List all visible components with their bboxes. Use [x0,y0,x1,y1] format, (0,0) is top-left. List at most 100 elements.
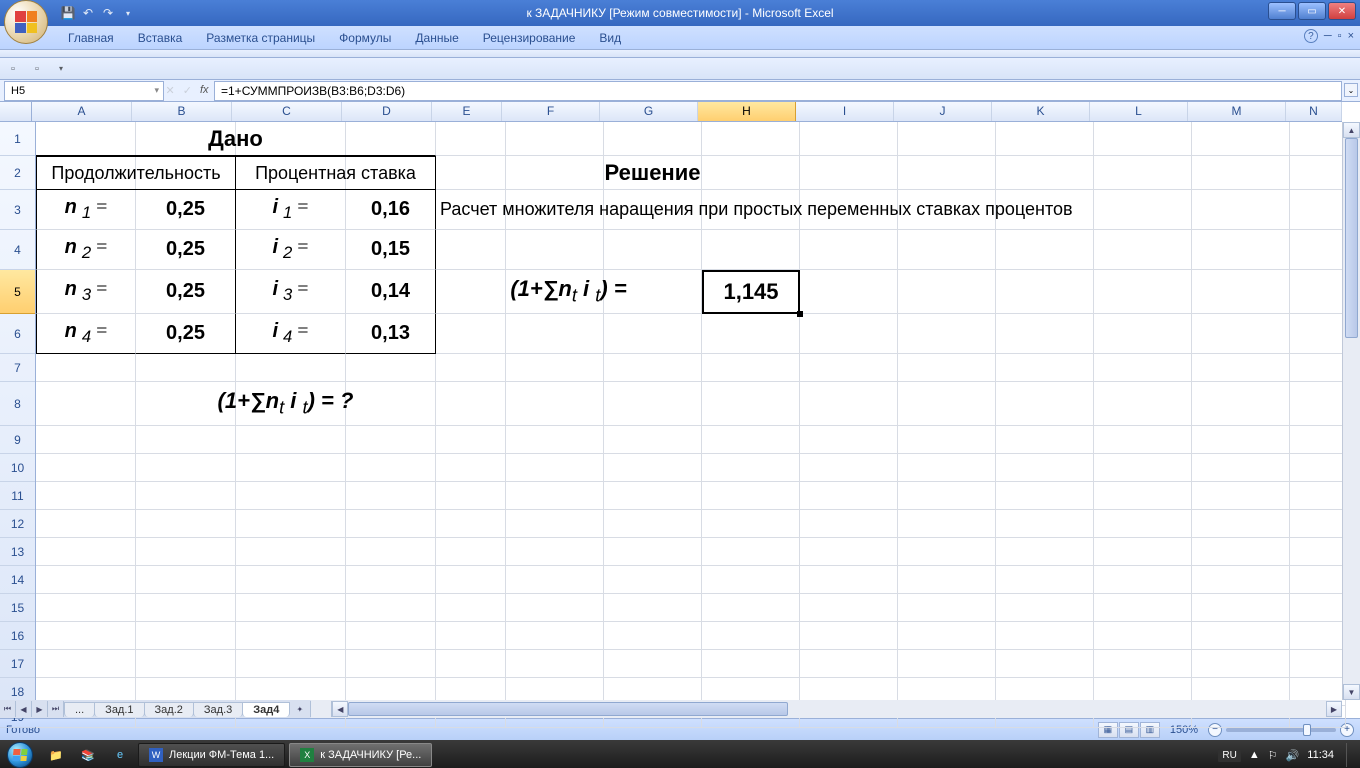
cell-C12[interactable] [236,510,346,538]
cell-B15[interactable] [136,594,236,622]
scroll-right-icon[interactable]: ▶ [1326,701,1342,717]
sheet-tab-Зад4[interactable]: Зад4 [242,702,290,717]
scroll-left-icon[interactable]: ◀ [332,701,348,717]
taskbar-item[interactable]: Xк ЗАДАЧНИКУ [Ре... [289,743,432,767]
cell-B13[interactable] [136,538,236,566]
minimize-button[interactable]: ─ [1268,2,1296,20]
cell-L5[interactable] [1094,270,1192,314]
cell-L4[interactable] [1094,230,1192,270]
cell-E4[interactable] [436,230,506,270]
sheet-nav-next-icon[interactable]: ▶ [32,701,48,717]
cell-L16[interactable] [1094,622,1192,650]
language-indicator[interactable]: RU [1218,749,1240,762]
cell-M11[interactable] [1192,482,1290,510]
cell-D13[interactable] [346,538,436,566]
sheet-nav-last-icon[interactable]: ⏭ [48,701,64,717]
cell-B10[interactable] [136,454,236,482]
cell-L14[interactable] [1094,566,1192,594]
cell-M4[interactable] [1192,230,1290,270]
cell-F12[interactable] [506,510,604,538]
cell-G12[interactable] [604,510,702,538]
cell-I9[interactable] [800,426,898,454]
tray-flag-icon[interactable]: ▲ [1249,749,1260,761]
toolbar-icon-1[interactable]: ▫ [4,60,22,78]
cell-G17[interactable] [604,650,702,678]
maximize-button[interactable]: ▭ [1298,2,1326,20]
cell-J16[interactable] [898,622,996,650]
cell-D14[interactable] [346,566,436,594]
cell-J8[interactable] [898,382,996,426]
col-header-E[interactable]: E [432,102,502,121]
hscroll-thumb[interactable] [348,702,788,716]
cell-E16[interactable] [436,622,506,650]
cell-E7[interactable] [436,354,506,382]
name-box[interactable]: H5 [4,81,164,101]
cell-F17[interactable] [506,650,604,678]
cell-I13[interactable] [800,538,898,566]
cell-C10[interactable] [236,454,346,482]
cell-G13[interactable] [604,538,702,566]
col-header-M[interactable]: M [1188,102,1286,121]
row-header-7[interactable]: 7 [0,354,35,382]
sheet-nav-first-icon[interactable]: ⏮ [0,701,16,717]
toolbar-icon-2[interactable]: ▫ [28,60,46,78]
cell-A14[interactable] [36,566,136,594]
cell-E2[interactable] [436,156,506,190]
cell-K5[interactable] [996,270,1094,314]
cell-M2[interactable] [1192,156,1290,190]
row-header-4[interactable]: 4 [0,230,35,270]
save-icon[interactable]: 💾 [60,5,76,21]
cell-A11[interactable] [36,482,136,510]
cell-I17[interactable] [800,650,898,678]
horizontal-scrollbar[interactable]: ◀ ▶ [331,701,1342,717]
cell-K7[interactable] [996,354,1094,382]
cell-J1[interactable] [898,122,996,156]
cell-L6[interactable] [1094,314,1192,354]
cancel-formula-icon[interactable]: ✕ [166,84,175,97]
cell-D15[interactable] [346,594,436,622]
cell-N1[interactable] [1290,122,1346,156]
help-icon[interactable]: ? [1304,29,1318,43]
cell-M16[interactable] [1192,622,1290,650]
cell-G8[interactable] [604,382,702,426]
enter-formula-icon[interactable]: ✓ [183,84,192,97]
cell-J2[interactable] [898,156,996,190]
cell-C13[interactable] [236,538,346,566]
cell-G14[interactable] [604,566,702,594]
cell-G4[interactable] [604,230,702,270]
col-header-B[interactable]: B [132,102,232,121]
sheet-nav-prev-icon[interactable]: ◀ [16,701,32,717]
cell-D17[interactable] [346,650,436,678]
row-header-15[interactable]: 15 [0,594,35,622]
cell-A13[interactable] [36,538,136,566]
cell-A9[interactable] [36,426,136,454]
start-button[interactable] [0,740,40,768]
cell-E12[interactable] [436,510,506,538]
cell-F15[interactable] [506,594,604,622]
ribbon-minimize-icon[interactable]: ─ [1324,30,1332,42]
cell-L9[interactable] [1094,426,1192,454]
tray-volume-icon[interactable]: 🔊 [1286,749,1300,762]
cell-N5[interactable] [1290,270,1346,314]
cell-B7[interactable] [136,354,236,382]
col-header-G[interactable]: G [600,102,698,121]
cell-F8[interactable] [506,382,604,426]
cell-G6[interactable] [604,314,702,354]
cell-N12[interactable] [1290,510,1346,538]
pinned-explorer-icon[interactable]: 📁 [41,743,71,767]
cell-D11[interactable] [346,482,436,510]
ribbon-tab-Вставка[interactable]: Вставка [126,27,195,49]
cell-K12[interactable] [996,510,1094,538]
col-header-H[interactable]: H [698,102,796,121]
cell-G10[interactable] [604,454,702,482]
doc-restore-icon[interactable]: ▫ [1338,30,1342,42]
ribbon-tab-Вид[interactable]: Вид [587,27,633,49]
cell-I14[interactable] [800,566,898,594]
cell-E10[interactable] [436,454,506,482]
cell-F4[interactable] [506,230,604,270]
cell-L2[interactable] [1094,156,1192,190]
ribbon-tab-Разметка страницы[interactable]: Разметка страницы [194,27,327,49]
cell-K17[interactable] [996,650,1094,678]
cell-L12[interactable] [1094,510,1192,538]
cell-E6[interactable] [436,314,506,354]
